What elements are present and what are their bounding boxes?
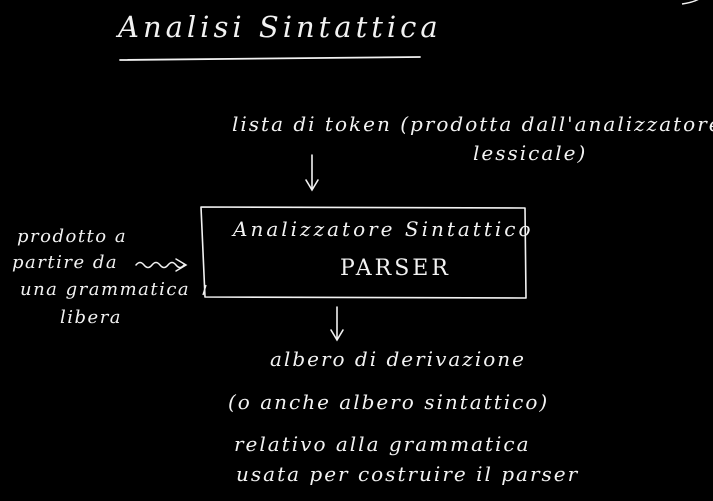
output-line-1: albero di derivazione	[270, 347, 526, 371]
token-list-label: lista di token (prodotta dall'analizzato…	[232, 112, 713, 136]
output-line-3: relativo alla grammatica	[234, 432, 531, 456]
parser-box-title: Analizzatore Sintattico	[233, 217, 534, 241]
side-note-line-2: partire da	[12, 252, 119, 273]
wavy-arrow-icon	[135, 258, 188, 272]
title-underline	[119, 56, 421, 61]
token-list-label-cont: lessicale)	[473, 141, 588, 165]
side-note-line-1: prodotto a	[17, 226, 128, 247]
side-note-line-4: libera	[60, 307, 123, 328]
parser-box-subtitle: PARSER	[340, 256, 451, 281]
side-note-line-3: una grammatica	[20, 279, 191, 300]
diagram-strokes	[119, 0, 699, 342]
chalkboard: Analisi Sintattica lista di token (prodo…	[0, 0, 713, 501]
corner-mark	[681, 0, 699, 5]
output-line-4: usata per costruire il parser	[236, 462, 580, 486]
page-title: Analisi Sintattica	[118, 10, 442, 44]
arrow-down-icon	[305, 154, 319, 192]
output-line-2: (o anche albero sintattico)	[228, 390, 550, 414]
arrow-down-icon	[330, 306, 344, 342]
